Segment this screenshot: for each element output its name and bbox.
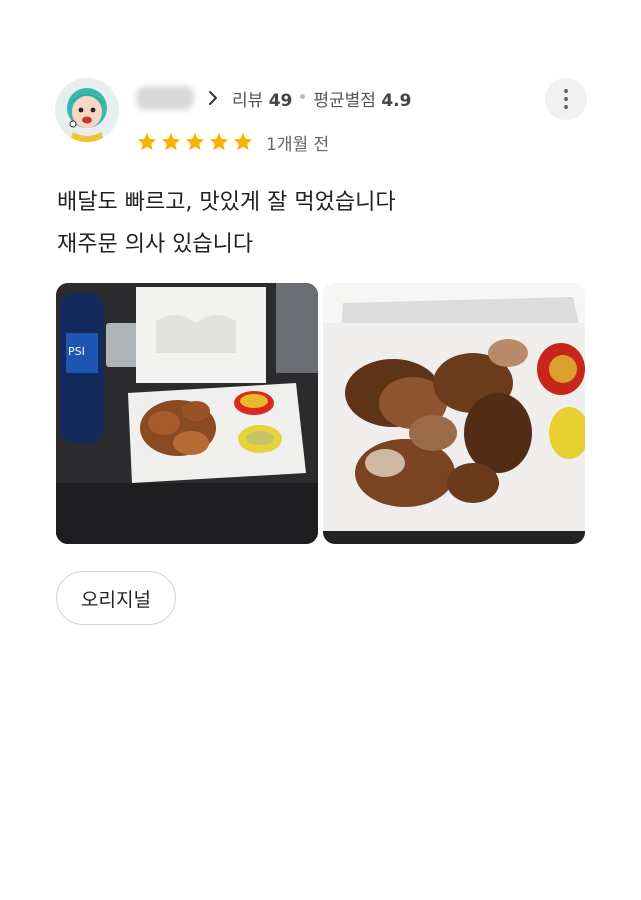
star-icon bbox=[233, 132, 253, 151]
rating-row: 1개월 전 bbox=[136, 128, 329, 156]
review-photo-2[interactable] bbox=[323, 283, 585, 544]
average-rating-value: 4.9 bbox=[381, 90, 412, 111]
separator-dot bbox=[300, 94, 306, 99]
review-count-value: 49 bbox=[268, 90, 293, 111]
review-card: 리뷰 49 평균별점 4.9 1개월 전 배달도 빠르고, 맛있게 잘 먹었습니… bbox=[0, 0, 641, 900]
review-count-label: 리뷰 bbox=[232, 90, 264, 111]
star-icon bbox=[185, 132, 205, 151]
review-time: 1개월 전 bbox=[266, 134, 330, 155]
review-text-line: 배달도 빠르고, 맛있게 잘 먹었습니다 bbox=[57, 190, 396, 215]
review-count: 리뷰 49 bbox=[232, 86, 292, 111]
avatar-icon bbox=[55, 78, 119, 142]
reviewer-name-blurred bbox=[136, 86, 194, 110]
star-icon bbox=[209, 132, 229, 151]
menu-chip[interactable]: 오리지널 bbox=[56, 571, 176, 625]
review-text: 배달도 빠르고, 맛있게 잘 먹었습니다 재주문 의사 있습니다 bbox=[57, 182, 597, 266]
star-icon bbox=[137, 132, 157, 151]
avatar[interactable] bbox=[55, 78, 119, 142]
reviewer-info[interactable]: 리뷰 49 평균별점 4.9 bbox=[136, 84, 411, 112]
average-rating: 평균별점 4.9 bbox=[313, 86, 411, 111]
review-photo-1[interactable]: PSI bbox=[56, 283, 318, 544]
star-icon bbox=[161, 132, 181, 151]
chevron-right-icon bbox=[209, 91, 217, 105]
food-photo-icon: PSI bbox=[56, 283, 318, 544]
star-rating bbox=[136, 131, 254, 153]
food-photo-icon bbox=[323, 283, 585, 544]
more-options-button[interactable] bbox=[545, 78, 587, 120]
more-vertical-icon bbox=[564, 89, 568, 93]
review-text-line: 재주문 의사 있습니다 bbox=[57, 232, 254, 257]
average-rating-label: 평균별점 bbox=[313, 90, 376, 111]
svg-text:PSI: PSI bbox=[68, 345, 85, 358]
